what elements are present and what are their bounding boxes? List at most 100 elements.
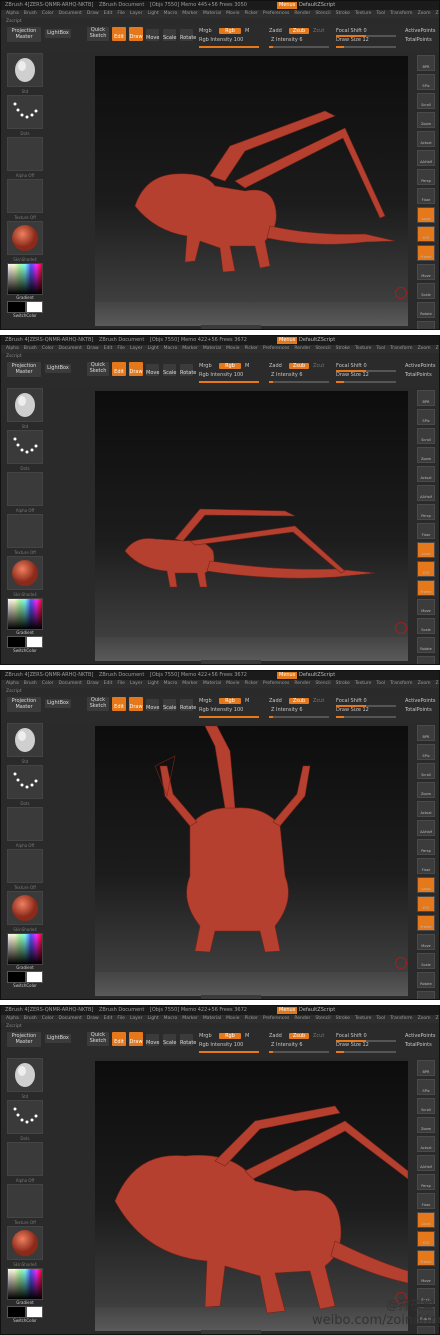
zscript-menu[interactable]: Zscript	[6, 18, 22, 25]
zadd-toggle[interactable]: Zadd	[269, 698, 282, 704]
color-swatches[interactable]	[7, 1306, 43, 1318]
menu-transform[interactable]: Transform	[390, 1016, 412, 1021]
texture-thumbnail[interactable]	[7, 1184, 43, 1218]
draw-size-track[interactable]	[336, 46, 396, 48]
menu-file[interactable]: File	[117, 1016, 125, 1021]
menu-material[interactable]: Material	[203, 1016, 221, 1021]
menu-edit[interactable]: Edit	[104, 681, 113, 686]
dragon-model[interactable]	[95, 56, 408, 326]
shelf-rotate-button[interactable]: Rotate	[417, 637, 435, 653]
shelf-spix-button[interactable]: SPix	[417, 744, 435, 760]
shelf-floor-button[interactable]: Floor	[417, 188, 435, 204]
menu-picker[interactable]: Picker	[244, 11, 257, 16]
material-thumbnail[interactable]	[7, 556, 43, 590]
switch-color-label[interactable]: SwitchColor	[7, 648, 43, 654]
material-thumbnail[interactable]	[7, 891, 43, 925]
shelf-polyf-button[interactable]: PolyF	[417, 991, 435, 999]
menu-movie[interactable]: Movie	[226, 1016, 239, 1021]
zadd-toggle[interactable]: Zadd	[269, 363, 282, 369]
rotate-button[interactable]: Rotate	[180, 29, 196, 41]
rgb-intensity-slider[interactable]: Rgb Intensity 100	[199, 372, 243, 378]
menu-document[interactable]: Document	[59, 681, 82, 686]
material-thumbnail[interactable]	[7, 221, 43, 255]
draw-size-slider[interactable]: Draw Size 12	[336, 372, 369, 378]
zcut-toggle[interactable]: Zcut	[313, 1033, 324, 1039]
menu-transform[interactable]: Transform	[390, 681, 412, 686]
draw-button[interactable]: Draw	[129, 1032, 143, 1046]
edit-button[interactable]: Edit	[112, 1032, 126, 1046]
zcut-toggle[interactable]: Zcut	[313, 28, 324, 34]
menu-zoom[interactable]: Zoom	[418, 681, 431, 686]
mrgb-toggle[interactable]: Mrgb	[199, 1033, 212, 1039]
projection-master-button[interactable]: Projection Master	[7, 697, 41, 712]
z-intensity-slider[interactable]: Z Intensity 6	[271, 37, 303, 43]
lightbox-button[interactable]: LightBox	[45, 364, 71, 373]
zsub-toggle[interactable]: Zsub	[289, 698, 309, 704]
shelf-polyf-button[interactable]: PolyF	[417, 656, 435, 664]
rgb-intensity-track[interactable]	[199, 1051, 259, 1053]
menu-picker[interactable]: Picker	[244, 346, 257, 351]
color-picker[interactable]	[7, 598, 43, 630]
m-toggle[interactable]: M	[245, 363, 249, 369]
focal-shift-slider[interactable]: Focal Shift 0	[336, 28, 367, 34]
switch-color-label[interactable]: SwitchColor	[7, 1318, 43, 1324]
menu-render[interactable]: Render	[294, 1016, 310, 1021]
rotate-button[interactable]: Rotate	[180, 364, 196, 376]
menu-light[interactable]: Light	[147, 346, 158, 351]
menu-transform[interactable]: Transform	[390, 11, 412, 16]
shelf-scroll-button[interactable]: Scroll	[417, 1098, 435, 1114]
shelf-scale-button[interactable]: Scale	[417, 618, 435, 634]
menu-render[interactable]: Render	[294, 346, 310, 351]
draw-size-track[interactable]	[336, 381, 396, 383]
menu-draw[interactable]: Draw	[87, 346, 99, 351]
menu-tool[interactable]: Tool	[376, 346, 385, 351]
shelf-polyf-button[interactable]: PolyF	[417, 321, 435, 329]
menu-alpha[interactable]: Alpha	[6, 346, 19, 351]
rgb-toggle[interactable]: Rgb	[219, 28, 241, 34]
menu-texture[interactable]: Texture	[355, 346, 371, 351]
zscript-menu[interactable]: Zscript	[6, 1023, 22, 1030]
canvas-scroll-handle[interactable]	[201, 995, 261, 999]
rgb-intensity-slider[interactable]: Rgb Intensity 100	[199, 1042, 243, 1048]
rgb-toggle[interactable]: Rgb	[219, 363, 241, 369]
shelf-scroll-button[interactable]: Scroll	[417, 428, 435, 444]
menu-material[interactable]: Material	[203, 346, 221, 351]
menu-file[interactable]: File	[117, 346, 125, 351]
focal-shift-slider[interactable]: Focal Shift 0	[336, 363, 367, 369]
menu-marker[interactable]: Marker	[182, 346, 198, 351]
menu-tool[interactable]: Tool	[376, 11, 385, 16]
menu-alpha[interactable]: Alpha	[6, 11, 19, 16]
shelf-aahalf-button[interactable]: AAHalf	[417, 485, 435, 501]
quick-sketch-button[interactable]: Quick Sketch	[87, 27, 109, 41]
menu-brush[interactable]: Brush	[24, 1016, 37, 1021]
rgb-toggle[interactable]: Rgb	[219, 1033, 241, 1039]
menu-stencil[interactable]: Stencil	[315, 346, 330, 351]
menu-color[interactable]: Color	[42, 1016, 54, 1021]
z-intensity-track[interactable]	[269, 381, 329, 383]
texture-thumbnail[interactable]	[7, 179, 43, 213]
default-zscript-button[interactable]: DefaultZScript	[297, 1007, 337, 1014]
color-swatches[interactable]	[7, 971, 43, 983]
quick-sketch-button[interactable]: Quick Sketch	[87, 697, 109, 711]
shelf-bpr-button[interactable]: BPR	[417, 55, 435, 71]
shelf-move-button[interactable]: Move	[417, 264, 435, 280]
menu-layer[interactable]: Layer	[130, 346, 143, 351]
menu-document[interactable]: Document	[59, 11, 82, 16]
menu-render[interactable]: Render	[294, 11, 310, 16]
switch-color-label[interactable]: SwitchColor	[7, 983, 43, 989]
menu-preferences[interactable]: Preferences	[263, 681, 289, 686]
shelf-scroll-button[interactable]: Scroll	[417, 763, 435, 779]
move-button[interactable]: Move	[146, 1034, 159, 1046]
menu-brush[interactable]: Brush	[24, 681, 37, 686]
menu-stroke[interactable]: Stroke	[336, 681, 350, 686]
draw-size-slider[interactable]: Draw Size 12	[336, 37, 369, 43]
z-intensity-track[interactable]	[269, 46, 329, 48]
scale-button[interactable]: Scale	[163, 29, 176, 41]
menu-marker[interactable]: Marker	[182, 11, 198, 16]
shelf-actual-button[interactable]: Actual	[417, 131, 435, 147]
lightbox-button[interactable]: LightBox	[45, 1034, 71, 1043]
menu-stroke[interactable]: Stroke	[336, 11, 350, 16]
shelf-xyz-button[interactable]: XYZ	[417, 896, 435, 912]
menu-zplugin[interactable]: Zplugin	[436, 681, 439, 686]
zcut-toggle[interactable]: Zcut	[313, 363, 324, 369]
